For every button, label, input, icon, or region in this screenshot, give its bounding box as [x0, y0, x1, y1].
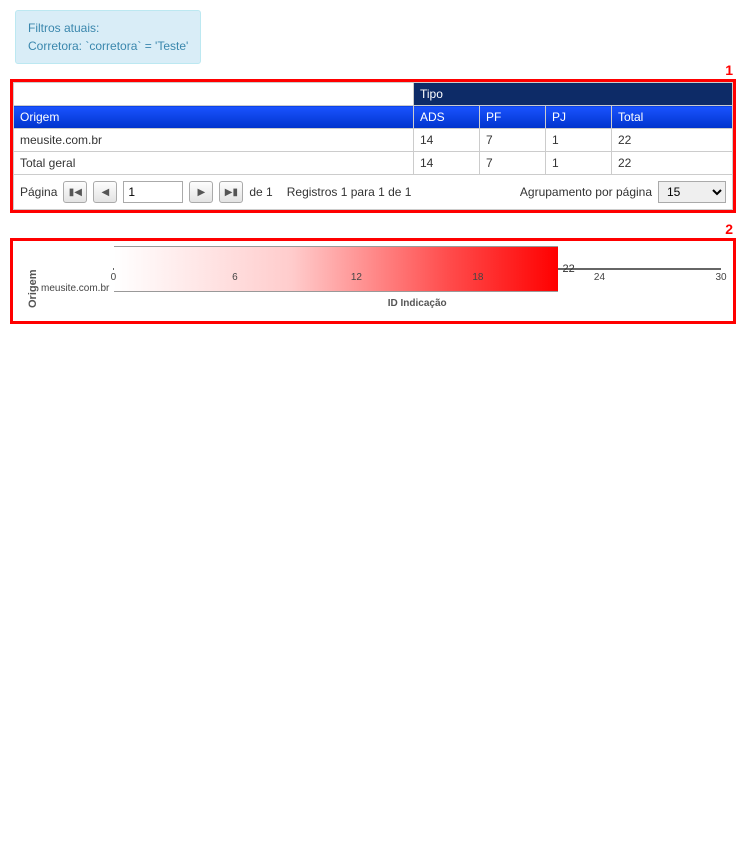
chart-xlabel: ID Indicação — [113, 298, 721, 309]
x-tick-label: 30 — [715, 272, 726, 283]
chart-ylabel: Origem — [25, 268, 41, 309]
col-total[interactable]: Total — [612, 106, 733, 129]
chart-body: Origem meusite.com.br 22 0612182430 ID I… — [25, 268, 721, 309]
cell-pf: 7 — [480, 152, 546, 175]
annotation-label-2: 2 — [725, 221, 733, 237]
first-page-button[interactable]: ▮◀ — [63, 181, 87, 203]
col-ads[interactable]: ADS — [414, 106, 480, 129]
cell-total: 22 — [612, 129, 733, 152]
cell-total: 22 — [612, 152, 733, 175]
cell-pj: 1 — [546, 129, 612, 152]
data-table: Tipo Origem ADS PF PJ Total meusite.com.… — [13, 82, 733, 175]
pager-de: de 1 — [249, 185, 272, 199]
x-tick-label: 18 — [472, 272, 483, 283]
cell-origem: Total geral — [14, 152, 414, 175]
x-tick-label: 12 — [351, 272, 362, 283]
first-page-icon: ▮◀ — [69, 187, 82, 198]
prev-page-button[interactable]: ◀ — [93, 181, 117, 203]
filter-line: Corretora: `corretora` = 'Teste' — [28, 37, 188, 55]
per-page-select[interactable]: 15 — [658, 181, 726, 203]
cell-pj: 1 — [546, 152, 612, 175]
x-tick-label: 24 — [594, 272, 605, 283]
cell-ads: 14 — [414, 129, 480, 152]
col-pj[interactable]: PJ — [546, 106, 612, 129]
last-page-button[interactable]: ▶▮ — [219, 181, 243, 203]
col-origem[interactable]: Origem — [14, 106, 414, 129]
x-tick-label: 0 — [111, 272, 117, 283]
table-annotation-box: 1 Tipo Origem ADS PF PJ Total meusite.co… — [10, 79, 736, 213]
cell-pf: 7 — [480, 129, 546, 152]
pager-label-pagina: Página — [20, 185, 57, 199]
y-tick-label: meusite.com.br — [41, 283, 109, 294]
header-tipo: Tipo — [414, 83, 733, 106]
next-page-button[interactable]: ▶ — [189, 181, 213, 203]
last-page-icon: ▶▮ — [225, 187, 238, 198]
x-axis: 0612182430 — [113, 270, 721, 294]
next-page-icon: ▶ — [198, 187, 206, 198]
table-row: meusite.com.br 14 7 1 22 — [14, 129, 733, 152]
pager-agrupamento: Agrupamento por página — [520, 185, 652, 199]
chart-annotation-box: 2 Origem Origem meusite.com.br 22 061218… — [10, 238, 736, 324]
col-pf[interactable]: PF — [480, 106, 546, 129]
pager: Página ▮◀ ◀ ▶ ▶▮ de 1 Registros 1 para 1… — [13, 175, 733, 210]
page-input[interactable] — [123, 181, 183, 203]
annotation-label-1: 1 — [725, 62, 733, 78]
active-filters-box: Filtros atuais: Corretora: `corretora` =… — [15, 10, 201, 64]
filter-title: Filtros atuais: — [28, 19, 188, 37]
prev-page-icon: ◀ — [102, 187, 110, 198]
cell-origem: meusite.com.br — [14, 129, 414, 152]
y-ticks: meusite.com.br — [41, 268, 113, 309]
pager-registros: Registros 1 para 1 de 1 — [287, 185, 412, 199]
x-tick-label: 6 — [232, 272, 238, 283]
cell-ads: 14 — [414, 152, 480, 175]
header-empty — [14, 83, 414, 106]
table-row: Total geral 14 7 1 22 — [14, 152, 733, 175]
